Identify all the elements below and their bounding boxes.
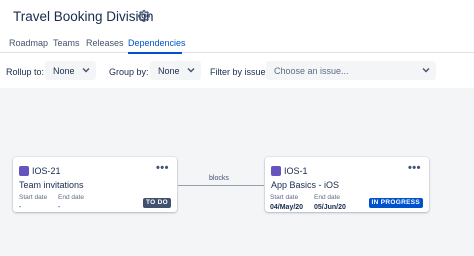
rollup-select[interactable]: None: [45, 61, 96, 80]
issue-key[interactable]: IOS-1: [284, 166, 308, 176]
start-date-value: 04/May/20: [270, 204, 304, 211]
groupby-select[interactable]: None: [150, 61, 201, 80]
end-date-label: End date: [58, 194, 85, 201]
chevron-down-icon: [422, 68, 430, 73]
issue-filter-select[interactable]: Choose an issue...: [266, 61, 436, 80]
issue-card-ios-1[interactable]: IOS-1 ••• App Basics - iOS Start date En…: [265, 157, 429, 212]
start-date-value: -: [19, 204, 22, 211]
more-icon[interactable]: •••: [156, 163, 169, 174]
issue-key[interactable]: IOS-21: [32, 166, 61, 176]
end-date-value: -: [58, 204, 61, 211]
gear-icon[interactable]: [137, 9, 151, 23]
page-title: Travel Booking Division: [13, 9, 154, 24]
status-badge: TO DO: [143, 198, 171, 208]
issue-filter-placeholder: Choose an issue...: [274, 66, 349, 76]
status-badge: IN PROGRESS: [368, 198, 423, 208]
end-date-label: End date: [314, 194, 341, 201]
tab-bar: Roadmap Teams Releases Dependencies: [0, 35, 474, 54]
tab-releases[interactable]: Releases: [86, 38, 124, 48]
story-icon: [19, 166, 29, 176]
issue-summary: Team invitations: [19, 180, 84, 190]
dependency-link-label: blocks: [209, 175, 229, 182]
dependency-link-line[interactable]: [178, 185, 264, 186]
story-icon: [271, 166, 281, 176]
end-date-value: 05/Jun/20: [314, 204, 346, 211]
groupby-label: Group by:: [109, 67, 149, 77]
start-date-label: Start date: [19, 194, 48, 201]
rollup-value: None: [53, 66, 75, 76]
tab-roadmap[interactable]: Roadmap: [9, 38, 48, 48]
active-tab-indicator: [128, 52, 182, 54]
issue-filter-label: Filter by issue:: [210, 67, 269, 77]
groupby-value: None: [158, 66, 180, 76]
chevron-down-icon: [82, 68, 90, 73]
more-icon[interactable]: •••: [408, 163, 421, 174]
tab-dependencies[interactable]: Dependencies: [128, 38, 186, 48]
issue-summary: App Basics - iOS: [271, 180, 340, 190]
tab-teams[interactable]: Teams: [53, 38, 80, 48]
page-header: Travel Booking Division Roadmap Teams Re…: [0, 0, 474, 88]
rollup-label: Rollup to:: [6, 67, 45, 77]
chevron-down-icon: [187, 68, 195, 73]
issue-card-ios-21[interactable]: IOS-21 ••• Team invitations Start date E…: [13, 157, 177, 212]
start-date-label: Start date: [270, 194, 299, 201]
